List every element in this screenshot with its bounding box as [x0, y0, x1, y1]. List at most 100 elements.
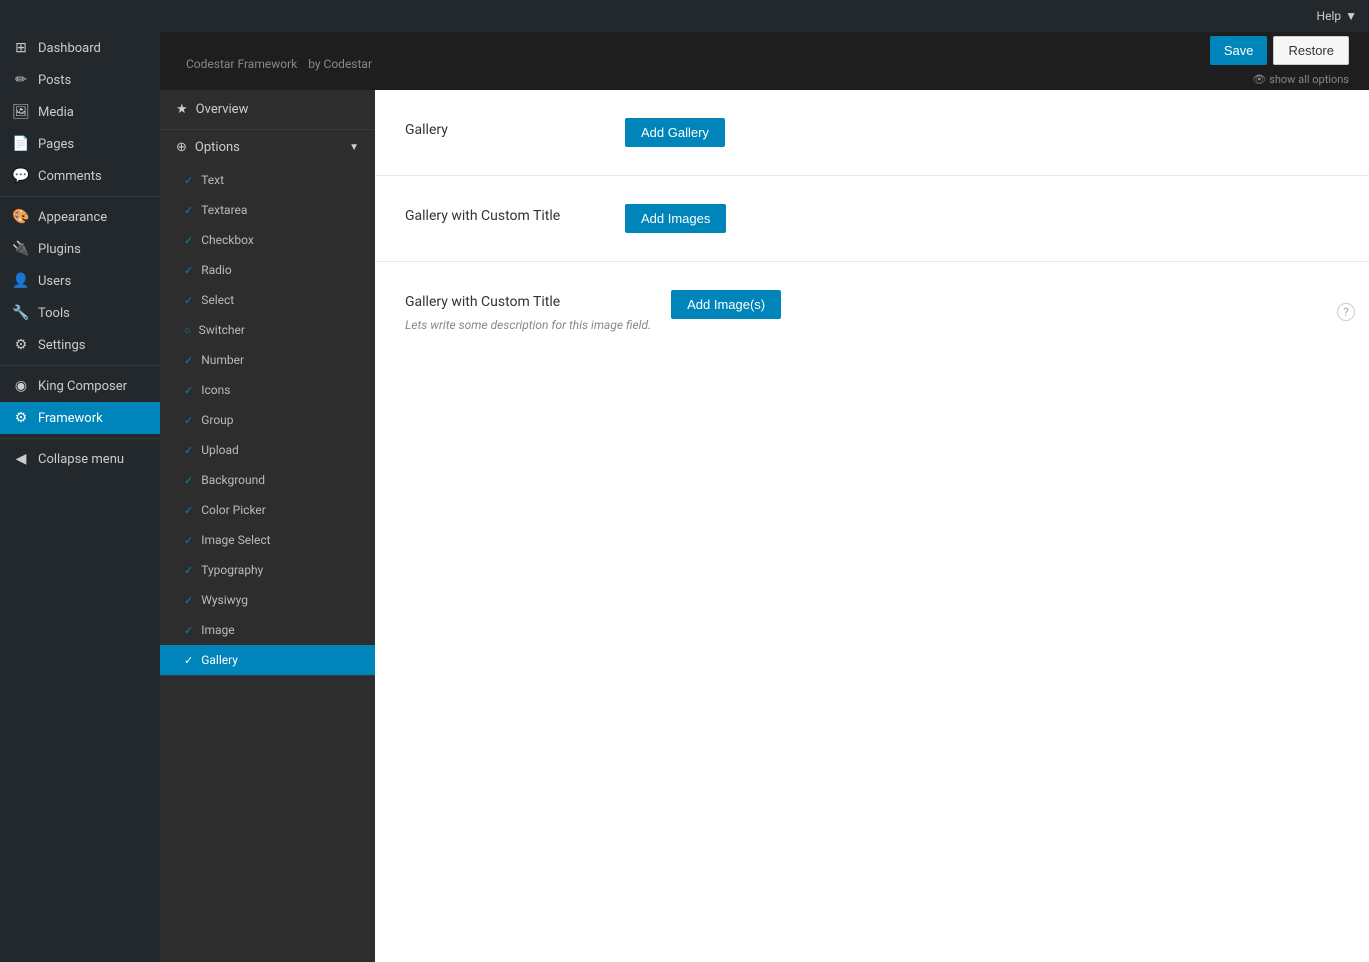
sidebar-item-users[interactable]: 👤 Users	[0, 265, 160, 297]
fw-nav-item-image-select[interactable]: ✓ Image Select	[160, 525, 375, 555]
fw-nav-item-icons[interactable]: ✓ Icons	[160, 375, 375, 405]
fw-nav-item-gallery[interactable]: ✓ Gallery	[160, 645, 375, 675]
check-icon: ✓	[184, 564, 193, 577]
overview-star-icon: ★	[176, 102, 188, 117]
gallery-section-3: Gallery with Custom TitleLets write some…	[375, 262, 1369, 362]
sidebar-item-label: King Composer	[38, 379, 127, 394]
gallery-btn-3[interactable]: Add Image(s)	[671, 290, 781, 319]
sidebar-item-settings[interactable]: ⚙ Settings	[0, 329, 160, 361]
fw-nav-item-switcher[interactable]: ○ Switcher	[160, 315, 375, 345]
fw-nav-item-textarea[interactable]: ✓ Textarea	[160, 195, 375, 225]
fw-nav-item-label: Select	[201, 293, 234, 307]
sidebar-item-appearance[interactable]: 🎨 Appearance	[0, 201, 160, 233]
sidebar-item-collapse[interactable]: ◀ Collapse menu	[0, 443, 160, 475]
save-button[interactable]: Save	[1210, 36, 1268, 65]
check-icon: ✓	[184, 294, 193, 307]
sidebar-item-label: Dashboard	[38, 41, 101, 56]
fw-nav-item-label: Upload	[201, 443, 239, 457]
sidebar-divider	[0, 196, 160, 197]
check-icon: ✓	[184, 504, 193, 517]
help-circle-icon[interactable]: ?	[1337, 303, 1355, 321]
gallery-btn-1[interactable]: Add Gallery	[625, 118, 725, 147]
fw-nav-item-group[interactable]: ✓ Group	[160, 405, 375, 435]
gallery-desc-3: Lets write some description for this ima…	[405, 316, 651, 334]
sidebar-item-tools[interactable]: 🔧 Tools	[0, 297, 160, 329]
fw-nav-item-label: Background	[201, 473, 265, 487]
fw-nav-item-upload[interactable]: ✓ Upload	[160, 435, 375, 465]
fw-nav-item-label: Text	[201, 173, 224, 187]
sidebar-item-comments[interactable]: 💬 Comments	[0, 160, 160, 192]
options-plus-icon: ⊕	[176, 140, 187, 155]
framework-subtitle: by Codestar	[308, 57, 372, 71]
fw-nav-item-label: Wysiwyg	[201, 593, 248, 607]
fw-nav-item-label: Image	[201, 623, 234, 637]
sidebar-item-label: Settings	[38, 338, 85, 353]
fw-nav-section-options: ⊕ Options ▼ ✓ Text ✓ Textarea ✓ Checkbox…	[160, 130, 375, 676]
fw-nav-item-color-picker[interactable]: ✓ Color Picker	[160, 495, 375, 525]
gallery-label-3: Gallery with Custom TitleLets write some…	[405, 290, 651, 334]
fw-nav-item-number[interactable]: ✓ Number	[160, 345, 375, 375]
show-all-label: show all options	[1269, 73, 1349, 86]
wp-content: Codestar Framework by Codestar Save Rest…	[160, 32, 1369, 962]
fw-nav-item-label: Textarea	[201, 203, 247, 217]
check-icon: ✓	[184, 234, 193, 247]
gallery-btn-2[interactable]: Add Images	[625, 204, 726, 233]
gallery-sections: GalleryAdd GalleryGallery with Custom Ti…	[375, 90, 1369, 362]
sidebar-item-dashboard[interactable]: ⊞ Dashboard	[0, 32, 160, 64]
fw-main: GalleryAdd GalleryGallery with Custom Ti…	[375, 90, 1369, 962]
fw-nav-item-label: Gallery	[201, 653, 238, 667]
help-menu[interactable]: Help ▼	[1317, 9, 1357, 23]
fw-nav-overview[interactable]: ★ Overview	[160, 90, 375, 130]
fw-nav-item-label: Typography	[201, 563, 263, 577]
fw-nav-item-text[interactable]: ✓ Text	[160, 165, 375, 195]
overview-label: Overview	[196, 102, 249, 117]
fw-nav-item-label: Number	[201, 353, 244, 367]
posts-icon: ✏	[12, 72, 30, 88]
check-icon: ✓	[184, 264, 193, 277]
sidebar-item-label: Plugins	[38, 242, 81, 257]
sidebar-item-media[interactable]: 🖼 Media	[0, 96, 160, 128]
sidebar-item-king-composer[interactable]: ◉ King Composer	[0, 370, 160, 402]
check-icon: ✓	[184, 204, 193, 217]
sidebar-item-pages[interactable]: 📄 Pages	[0, 128, 160, 160]
sidebar-item-label: Pages	[38, 137, 74, 152]
help-label: Help	[1317, 9, 1342, 23]
fw-nav-item-wysiwyg[interactable]: ✓ Wysiwyg	[160, 585, 375, 615]
framework-body: ★ Overview ⊕ Options ▼ ✓ Text ✓ Textarea	[160, 90, 1369, 962]
gallery-label-2: Gallery with Custom Title	[405, 204, 605, 224]
wp-sidebar: ⊞ Dashboard ✏ Posts 🖼 Media 📄 Pages 💬 Co…	[0, 32, 160, 962]
sidebar-item-label: Collapse menu	[38, 452, 124, 467]
options-section-header[interactable]: ⊕ Options ▼	[160, 130, 375, 165]
fw-nav-item-label: Group	[201, 413, 233, 427]
sidebar-item-plugins[interactable]: 🔌 Plugins	[0, 233, 160, 265]
fw-nav-item-label: Image Select	[201, 533, 270, 547]
sidebar-item-label: Appearance	[38, 210, 107, 225]
sidebar-item-label: Tools	[38, 306, 70, 321]
fw-nav-item-select[interactable]: ✓ Select	[160, 285, 375, 315]
admin-bar: Help ▼	[0, 0, 1369, 32]
check-icon: ✓	[184, 654, 193, 667]
sidebar-item-label: Posts	[38, 73, 71, 88]
check-icon: ○	[184, 324, 191, 337]
fw-nav-item-image[interactable]: ✓ Image	[160, 615, 375, 645]
framework-header: Codestar Framework by Codestar Save Rest…	[160, 32, 1369, 90]
sidebar-item-framework[interactable]: ⚙ Framework	[0, 402, 160, 434]
restore-button[interactable]: Restore	[1273, 36, 1349, 65]
fw-nav-item-label: Color Picker	[201, 503, 266, 517]
check-icon: ✓	[184, 174, 193, 187]
plugins-icon: 🔌	[12, 241, 30, 257]
check-icon: ✓	[184, 444, 193, 457]
header-btn-row: Save Restore	[1210, 36, 1349, 65]
framework-title: Codestar Framework by Codestar	[180, 49, 372, 73]
fw-nav-item-typography[interactable]: ✓ Typography	[160, 555, 375, 585]
pages-icon: 📄	[12, 136, 30, 152]
check-icon: ✓	[184, 624, 193, 637]
collapse-arrow-icon: ▼	[349, 142, 359, 153]
tools-icon: 🔧	[12, 305, 30, 321]
fw-nav-item-checkbox[interactable]: ✓ Checkbox	[160, 225, 375, 255]
fw-nav-item-radio[interactable]: ✓ Radio	[160, 255, 375, 285]
show-all-options[interactable]: 👁 show all options	[1252, 73, 1349, 86]
fw-nav-item-background[interactable]: ✓ Background	[160, 465, 375, 495]
sidebar-item-posts[interactable]: ✏ Posts	[0, 64, 160, 96]
fw-nav-item-label: Checkbox	[201, 233, 254, 247]
